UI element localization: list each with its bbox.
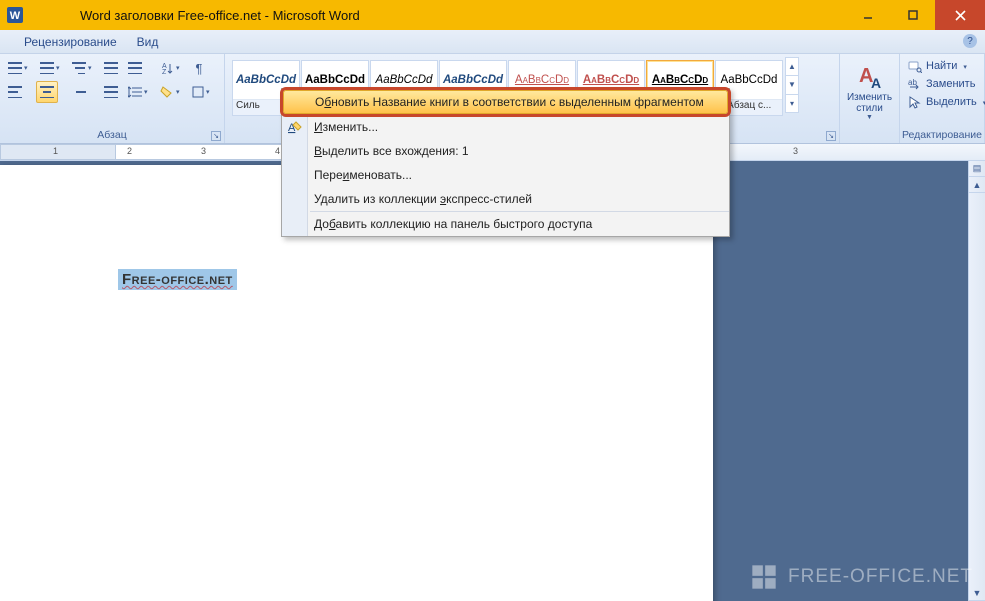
replace-label: Заменить: [926, 78, 975, 90]
ruler-toggle[interactable]: ▤: [969, 161, 985, 177]
modify-icon: A: [287, 119, 303, 135]
ctx-update-to-match[interactable]: Обновить Название книги в соответствии с…: [283, 90, 728, 114]
selected-text[interactable]: Free-office.net: [118, 269, 237, 290]
group-paragraph: AZ ¶ Абзац ↘: [0, 54, 225, 143]
watermark-text: FREE-OFFICE.NET: [788, 566, 973, 588]
window-title: Word заголовки Free-office.net - Microso…: [30, 8, 845, 23]
word-app-icon: W: [0, 7, 30, 23]
group-change-styles: AA Изменить стили ▼: [840, 54, 900, 143]
shading-button[interactable]: [156, 81, 186, 103]
change-styles-button[interactable]: AA Изменить стили ▼: [844, 57, 895, 126]
title-bar: W Word заголовки Free-office.net - Micro…: [0, 0, 985, 30]
increase-indent-button[interactable]: [124, 57, 146, 79]
ruler-tick: [740, 146, 777, 156]
watermark: FREE-OFFICE.NET: [750, 563, 973, 591]
replace-button[interactable]: ab Заменить: [904, 75, 980, 93]
align-right-button[interactable]: [68, 81, 90, 103]
svg-text:Z: Z: [162, 69, 167, 74]
sort-button[interactable]: AZ: [156, 57, 186, 79]
select-icon: [908, 95, 922, 109]
ctx-modify[interactable]: A Изменить...: [282, 115, 729, 139]
scroll-up-button[interactable]: ▲: [969, 177, 985, 193]
select-label: Выделить: [926, 96, 977, 108]
ctx-remove-from-gallery[interactable]: Удалить из коллекции экспресс-стилей: [282, 187, 729, 211]
tab-view[interactable]: Вид: [127, 32, 169, 53]
ruler-tick: 3: [185, 146, 222, 156]
ctx-add-qat-label: Добавить коллекцию на панель быстрого до…: [314, 217, 592, 231]
multilevel-list-button[interactable]: [68, 57, 98, 79]
ctx-modify-label: Изменить...: [314, 120, 378, 134]
change-styles-icon: AA: [855, 62, 885, 92]
ribbon-tabs: Рецензирование Вид ?: [0, 30, 985, 54]
windows-logo-icon: [750, 563, 778, 591]
svg-text:W: W: [10, 10, 21, 22]
find-label: Найти: [926, 60, 957, 72]
paragraph-launcher[interactable]: ↘: [211, 131, 221, 141]
tab-review[interactable]: Рецензирование: [14, 32, 127, 53]
borders-button[interactable]: [188, 81, 218, 103]
scroll-track[interactable]: [969, 193, 985, 585]
group-label-paragraph: Абзац ↘: [0, 126, 224, 143]
maximize-button[interactable]: [890, 0, 935, 30]
styles-launcher[interactable]: ↘: [826, 131, 836, 141]
line-spacing-button[interactable]: [124, 81, 154, 103]
close-button[interactable]: [935, 0, 985, 30]
style-context-menu: Обновить Название книги в соответствии с…: [281, 88, 730, 237]
decrease-indent-button[interactable]: [100, 57, 122, 79]
ctx-update-label: Обновить Название книги в соответствии с…: [315, 95, 704, 109]
pilcrow-button[interactable]: ¶: [188, 57, 210, 79]
align-center-button[interactable]: [36, 81, 58, 103]
group-label-editing: Редактирование: [900, 126, 984, 143]
find-icon: [908, 59, 922, 73]
ruler-tick: [222, 146, 259, 156]
replace-icon: ab: [908, 77, 922, 91]
select-button[interactable]: Выделить: [904, 93, 980, 111]
gallery-scroll: ▲ ▼ ▾: [785, 57, 799, 113]
ctx-remove-label: Удалить из коллекции экспресс-стилей: [314, 192, 532, 206]
ruler-tick: 2: [111, 146, 148, 156]
group-label-change-styles: [840, 126, 899, 143]
gallery-expand[interactable]: ▾: [786, 95, 798, 112]
ruler-tick: [74, 146, 111, 156]
ruler-tick: 3: [777, 146, 814, 156]
gallery-scroll-down[interactable]: ▼: [786, 76, 798, 94]
help-icon[interactable]: ?: [963, 34, 977, 48]
group-editing: Найти ab Заменить Выделить Редактировани…: [900, 54, 985, 143]
ctx-select-all[interactable]: Выделить все вхождения: 1: [282, 139, 729, 163]
svg-text:A: A: [871, 75, 881, 91]
editing-label-text: Редактирование: [902, 129, 982, 141]
ctx-add-to-qat[interactable]: Добавить коллекцию на панель быстрого до…: [282, 212, 729, 236]
minimize-button[interactable]: [845, 0, 890, 30]
ruler-tick: [148, 146, 185, 156]
paragraph-label-text: Абзац: [97, 129, 126, 141]
ctx-rename-label: Переименовать...: [314, 168, 412, 182]
ruler-tick: [0, 146, 37, 156]
ctx-select-all-label: Выделить все вхождения: 1: [314, 144, 469, 158]
align-left-button[interactable]: [4, 81, 26, 103]
justify-button[interactable]: [100, 81, 122, 103]
ruler-tick: 1: [37, 146, 74, 156]
change-styles-label: Изменить стили: [844, 92, 895, 114]
vertical-scrollbar[interactable]: ▤ ▲ ▼: [968, 161, 985, 601]
ctx-rename[interactable]: Переименовать...: [282, 163, 729, 187]
find-button[interactable]: Найти: [904, 57, 980, 75]
bullets-button[interactable]: [4, 57, 34, 79]
gallery-scroll-up[interactable]: ▲: [786, 58, 798, 76]
numbering-button[interactable]: [36, 57, 66, 79]
